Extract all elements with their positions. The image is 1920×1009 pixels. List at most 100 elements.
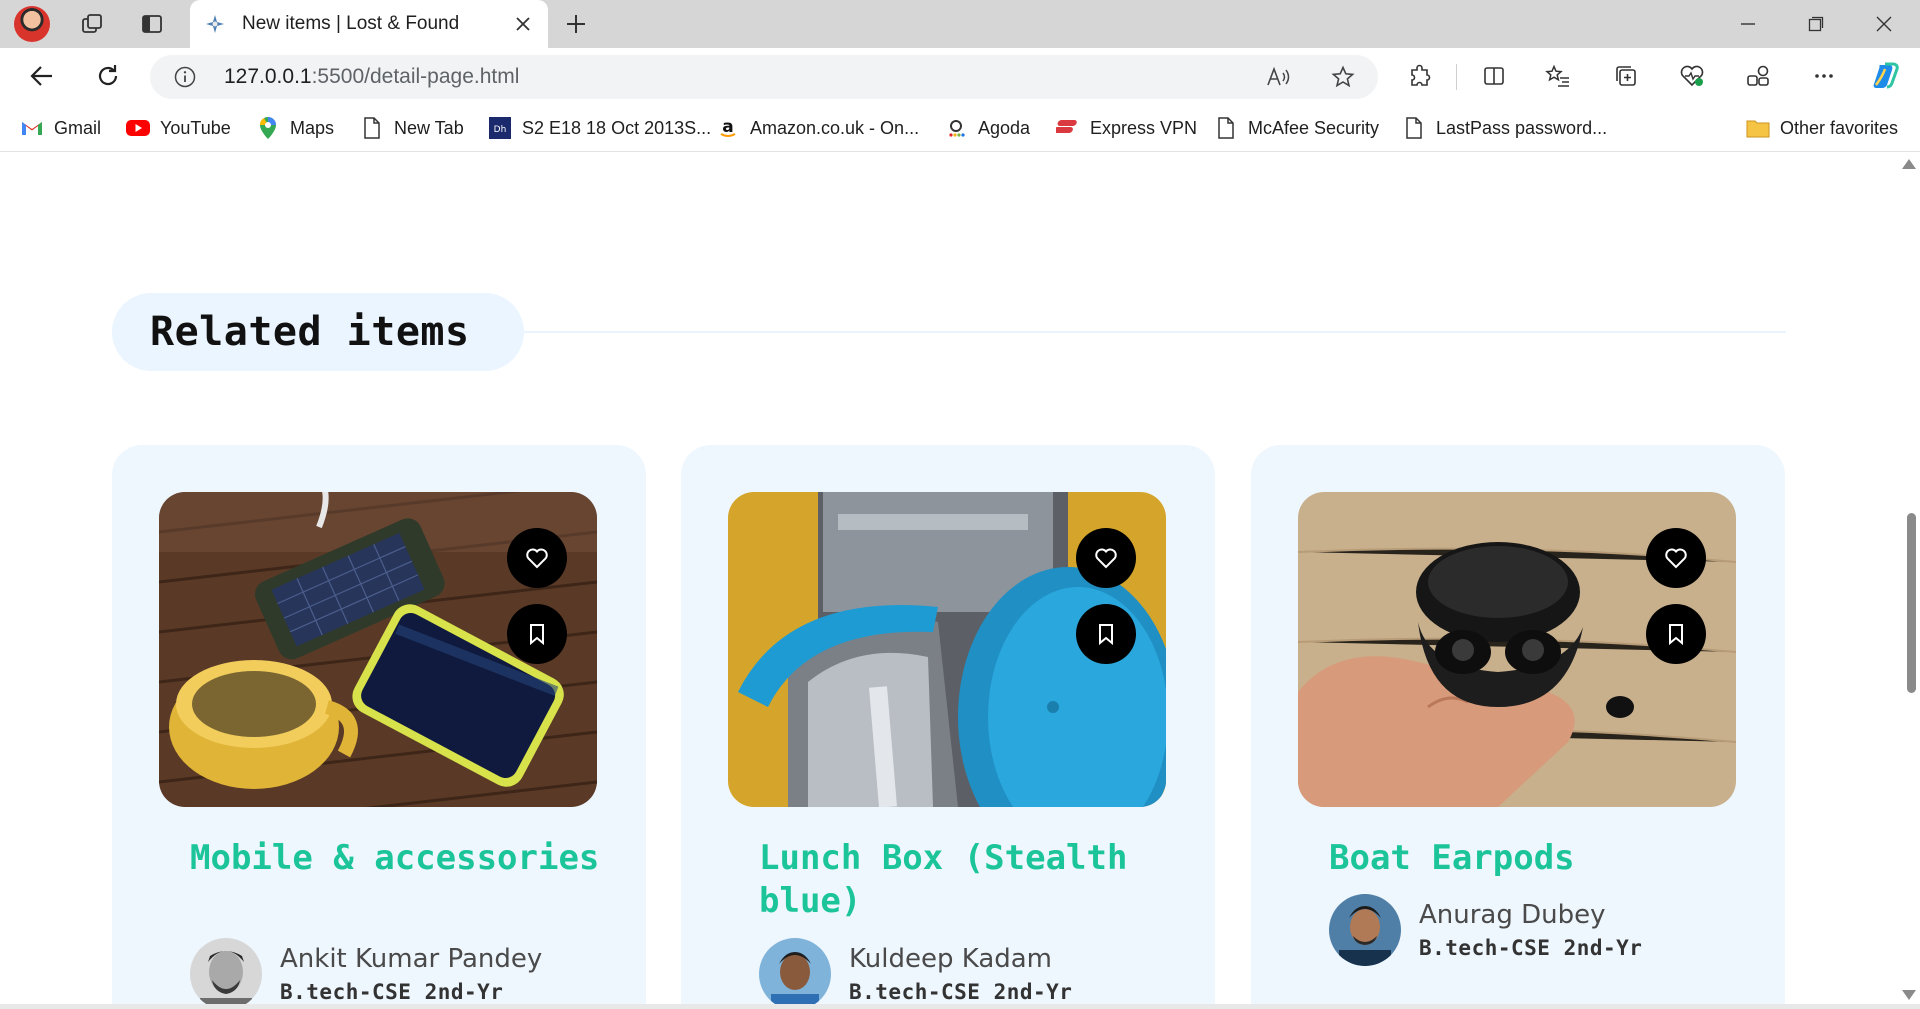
bookmark-icon <box>1669 624 1683 645</box>
item-owner[interactable]: Ankit Kumar Pandey B.tech-CSE 2nd-Yr <box>190 938 542 1004</box>
item-image[interactable] <box>1298 492 1736 807</box>
toolbar-separator <box>1456 64 1457 90</box>
new-tab-plus-icon[interactable] <box>558 6 594 42</box>
bookmark-new-tab[interactable]: New Tab <box>360 114 464 142</box>
active-tab[interactable]: New items | Lost & Found <box>190 0 548 48</box>
folder-icon <box>1746 116 1770 140</box>
owner-name: Kuldeep Kadam <box>849 944 1053 974</box>
favorites-list-icon[interactable] <box>1540 58 1576 94</box>
owner-name: Ankit Kumar Pandey <box>280 944 543 974</box>
window-bottom-edge <box>0 1004 1920 1009</box>
owner-avatar <box>1329 894 1401 966</box>
minimize-icon[interactable] <box>1714 0 1782 48</box>
like-button[interactable] <box>1646 528 1706 588</box>
owner-course: B.tech-CSE 2nd-Yr <box>1419 936 1643 960</box>
bookmark-button[interactable] <box>507 604 567 664</box>
youtube-icon <box>126 116 150 140</box>
site-favicon-icon <box>204 13 226 35</box>
extensions-puzzle-icon[interactable] <box>1402 58 1438 94</box>
more-options-icon[interactable] <box>1806 58 1842 94</box>
url-path: :5500/detail-page.html <box>311 65 520 88</box>
item-owner[interactable]: Anurag Dubey B.tech-CSE 2nd-Yr <box>1329 894 1642 966</box>
section-title: Related items <box>150 309 470 355</box>
profile-avatar[interactable] <box>14 6 50 42</box>
bookmark-agoda[interactable]: Agoda <box>944 114 1030 142</box>
scroll-down-arrow-icon[interactable] <box>1902 990 1916 1000</box>
url-text[interactable]: 127.0.0.1:5500/detail-page.html <box>224 65 519 89</box>
page-icon <box>360 116 384 140</box>
bookmark-label: Maps <box>290 117 335 138</box>
item-image[interactable] <box>728 492 1166 807</box>
workspaces-icon[interactable] <box>74 6 110 42</box>
expressvpn-icon <box>1056 116 1080 140</box>
related-items-heading: Related items <box>112 293 524 371</box>
bookmark-gmail[interactable]: Gmail <box>20 114 101 142</box>
address-bar[interactable]: 127.0.0.1:5500/detail-page.html <box>150 55 1378 99</box>
bookmark-maps[interactable]: Maps <box>256 114 334 142</box>
tab-strip: New items | Lost & Found <box>0 0 1920 48</box>
vertical-tabs-icon[interactable] <box>134 6 170 42</box>
close-window-icon[interactable] <box>1850 0 1918 48</box>
bookmark-icon <box>530 624 544 645</box>
heart-icon <box>526 548 548 569</box>
owner-name: Anurag Dubey <box>1419 900 1606 930</box>
read-aloud-icon[interactable] <box>1262 60 1296 94</box>
bookmark-button[interactable] <box>1076 604 1136 664</box>
agoda-icon <box>944 116 968 140</box>
owner-avatar <box>190 938 262 1004</box>
bookmark-label: Agoda <box>978 117 1031 138</box>
other-favorites-label: Other favorites <box>1780 117 1899 138</box>
like-button[interactable] <box>1076 528 1136 588</box>
scroll-up-arrow-icon[interactable] <box>1902 159 1916 169</box>
bookmarks-bar: Gmail YouTube Maps New Tab Dh S2 E18 18 … <box>0 104 1920 152</box>
bookmark-button[interactable] <box>1646 604 1706 664</box>
maps-icon <box>256 116 280 140</box>
bookmark-express-vpn[interactable]: Express VPN <box>1056 114 1197 142</box>
heart-icon <box>1665 548 1687 569</box>
bookmark-youtube[interactable]: YouTube <box>126 114 231 142</box>
copilot-icon[interactable] <box>1868 58 1904 94</box>
svg-text:Dh: Dh <box>494 125 507 135</box>
browser-essentials-icon[interactable] <box>1674 58 1710 94</box>
page-viewport: Related items Mobile & accessories Ankit… <box>0 153 1920 1004</box>
item-card[interactable]: Boat Earpods Anurag Dubey B.tech-CSE 2nd… <box>1251 445 1785 1004</box>
gmail-icon <box>20 116 44 140</box>
bookmark-mcafee[interactable]: McAfee Security <box>1214 114 1379 142</box>
scroll-thumb[interactable] <box>1907 513 1916 693</box>
item-image[interactable] <box>159 492 597 807</box>
collections-icon[interactable] <box>1608 58 1644 94</box>
owner-course: B.tech-CSE 2nd-Yr <box>280 980 504 1004</box>
bookmark-s2-e18[interactable]: Dh S2 E18 18 Oct 2013S... <box>488 114 711 142</box>
site-info-icon[interactable] <box>174 66 196 93</box>
item-title[interactable]: Lunch Box (Stealth blue) <box>759 837 1179 923</box>
item-title[interactable]: Mobile & accessories <box>190 837 610 880</box>
browser-toolbar: 127.0.0.1:5500/detail-page.html <box>0 48 1920 104</box>
favorite-star-icon[interactable] <box>1326 60 1360 94</box>
bookmark-label: Express VPN <box>1090 117 1198 138</box>
reload-icon[interactable] <box>90 58 126 94</box>
bookmark-amazon[interactable]: a Amazon.co.uk - On... <box>716 114 919 142</box>
bookmark-icon <box>1099 624 1113 645</box>
bookmark-label: S2 E18 18 Oct 2013S... <box>522 117 712 138</box>
bookmark-label: Amazon.co.uk - On... <box>750 117 920 138</box>
item-title[interactable]: Boat Earpods <box>1329 837 1749 880</box>
heart-icon <box>1095 548 1117 569</box>
item-owner[interactable]: Kuldeep Kadam B.tech-CSE 2nd-Yr <box>759 938 1072 1004</box>
bookmark-lastpass[interactable]: LastPass password... <box>1402 114 1607 142</box>
page-scrollbar[interactable] <box>1902 153 1920 1004</box>
back-arrow-icon[interactable] <box>24 58 60 94</box>
bookmark-label: McAfee Security <box>1248 117 1380 138</box>
close-tab-icon[interactable] <box>512 13 534 35</box>
dh-icon: Dh <box>488 116 512 140</box>
item-card[interactable]: Lunch Box (Stealth blue) Kuldeep Kadam B… <box>681 445 1215 1004</box>
owner-course: B.tech-CSE 2nd-Yr <box>849 980 1073 1004</box>
url-host: 127.0.0.1 <box>224 65 312 88</box>
other-favorites-folder[interactable]: Other favorites <box>1746 114 1898 142</box>
copilot-tools-icon[interactable] <box>1740 58 1776 94</box>
like-button[interactable] <box>507 528 567 588</box>
amazon-icon: a <box>716 116 740 140</box>
heading-divider <box>524 331 1786 333</box>
split-screen-icon[interactable] <box>1476 58 1512 94</box>
restore-icon[interactable] <box>1782 0 1850 48</box>
item-card[interactable]: Mobile & accessories Ankit Kumar Pandey … <box>112 445 646 1004</box>
